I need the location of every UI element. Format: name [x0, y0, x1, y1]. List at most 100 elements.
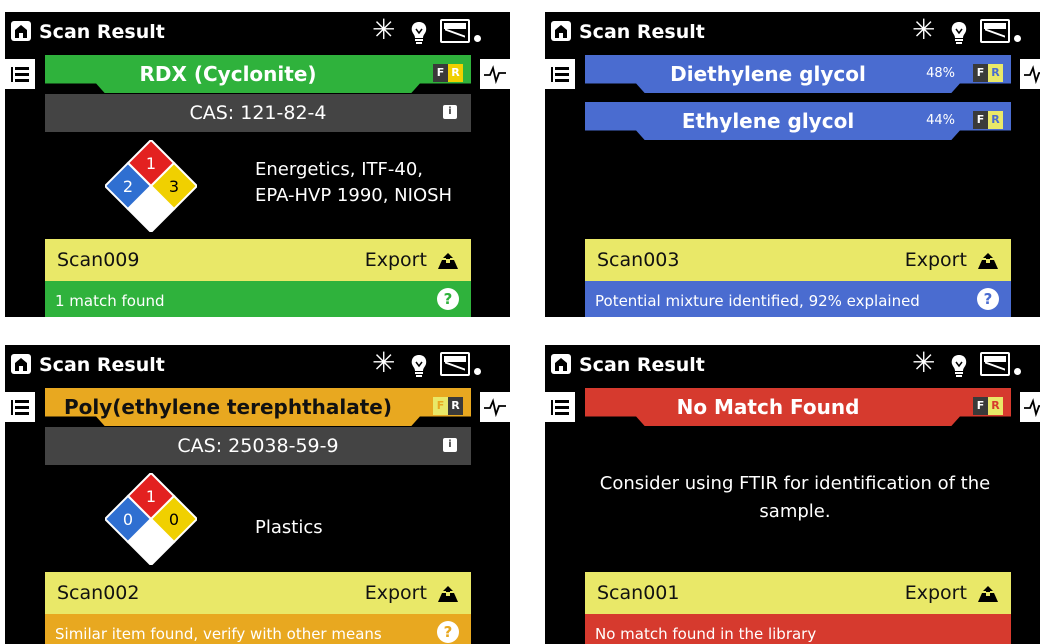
result-banner: No Match Found F R	[585, 388, 1011, 426]
cas-bar: CAS: 121-82-4 i	[45, 94, 471, 132]
spectrum-icon[interactable]	[1014, 392, 1040, 422]
status-icons: ✳	[912, 349, 1040, 378]
brightness-icon[interactable]: ✳	[912, 349, 935, 377]
brightness-icon[interactable]: ✳	[372, 349, 395, 377]
fr-f-label: F	[433, 397, 448, 415]
fr-r-label: R	[988, 64, 1003, 82]
brightness-icon[interactable]: ✳	[372, 16, 395, 44]
fr-r-label: R	[988, 397, 1003, 415]
home-icon[interactable]	[11, 354, 31, 374]
scan-id: Scan003	[597, 249, 680, 271]
screen-title: Scan Result	[39, 21, 165, 43]
spectrum-icon[interactable]	[474, 392, 510, 422]
suggestion-message: Consider using FTIR for identification o…	[599, 473, 991, 522]
top-bar: Scan Result ✳	[5, 345, 510, 385]
status-bar: Similar item found, verify with other me…	[45, 614, 471, 644]
export-button[interactable]: Export	[905, 572, 999, 614]
top-bar: Scan Result ✳	[545, 12, 1040, 52]
home-icon[interactable]	[11, 21, 31, 41]
cas-number: CAS: 25038-59-9	[177, 435, 339, 457]
list-icon[interactable]	[5, 392, 41, 422]
top-bar: Scan Result ✳	[5, 12, 510, 52]
scan-result-screen-rdx: Scan Result ✳ RDX (Cyclonite) F R CAS: 1…	[5, 12, 510, 317]
spectrum-icon[interactable]	[474, 59, 510, 89]
hazard-line: Plastics	[255, 517, 323, 538]
cas-bar: CAS: 25038-59-9 i	[45, 427, 471, 465]
fr-r-label: R	[448, 397, 463, 415]
screen-title: Scan Result	[579, 354, 705, 376]
export-label: Export	[904, 249, 967, 271]
home-icon[interactable]	[551, 354, 571, 374]
nfpa-health: 2	[123, 177, 133, 196]
export-icon	[978, 585, 998, 602]
nfpa-reactivity: 3	[169, 177, 179, 196]
nfpa-flammability: 1	[146, 487, 156, 506]
nfpa-flammability: 1	[146, 154, 156, 173]
bulb-icon[interactable]	[950, 21, 968, 49]
fr-badge: F R	[973, 111, 1003, 129]
export-icon	[438, 252, 458, 269]
bulb-icon[interactable]	[410, 21, 428, 49]
fr-r-label: R	[988, 111, 1003, 129]
hazard-line: Energetics, ITF-40,	[255, 159, 423, 180]
brightness-icon[interactable]: ✳	[912, 16, 935, 44]
nfpa-diamond: 1 2 3	[105, 140, 197, 232]
help-icon[interactable]: ?	[977, 288, 999, 310]
export-label: Export	[364, 582, 427, 604]
list-icon[interactable]	[545, 59, 581, 89]
status-icons: ✳	[912, 16, 1040, 45]
result-banner: RDX (Cyclonite) F R	[45, 55, 471, 93]
cas-number: CAS: 121-82-4	[189, 102, 327, 124]
battery-icon	[440, 352, 470, 377]
scan-bar: Scan003 Export	[585, 239, 1011, 281]
battery-icon	[980, 19, 1010, 44]
result-title: No Match Found	[676, 395, 860, 419]
export-button[interactable]: Export	[365, 572, 459, 614]
screen-title: Scan Result	[39, 354, 165, 376]
scan-id: Scan001	[597, 582, 680, 604]
export-icon	[978, 252, 998, 269]
status-text: Potential mixture identified, 92% explai…	[595, 292, 920, 310]
nfpa-diamond: 1 0 0	[105, 473, 197, 565]
export-label: Export	[364, 249, 427, 271]
fr-f-label: F	[976, 399, 985, 412]
bulb-icon[interactable]	[410, 354, 428, 382]
spectrum-icon[interactable]	[1014, 59, 1040, 89]
fr-f-label: F	[976, 113, 985, 126]
list-icon[interactable]	[5, 59, 41, 89]
info-icon[interactable]: i	[443, 105, 457, 119]
scan-id: Scan009	[57, 249, 140, 271]
status-text: 1 match found	[55, 292, 165, 310]
fr-badge: F R	[433, 397, 463, 415]
compound-name: Diethylene glycol	[670, 62, 866, 86]
top-bar: Scan Result ✳	[545, 345, 1040, 385]
indicator-dot	[1014, 368, 1021, 375]
fr-f-label: F	[976, 66, 985, 79]
help-icon[interactable]: ?	[437, 621, 459, 643]
status-text: No match found in the library	[595, 625, 817, 643]
result-banner: Poly(ethylene terephthalate) F R	[45, 388, 471, 426]
result-banner[interactable]: Ethylene glycol 44% F R	[585, 102, 1011, 140]
export-button[interactable]: Export	[905, 239, 999, 281]
export-button[interactable]: Export	[365, 239, 459, 281]
scan-result-screen-no-match: Scan Result ✳ No Match Found F R Conside…	[545, 345, 1040, 644]
status-bar: Potential mixture identified, 92% explai…	[585, 281, 1011, 317]
result-banner[interactable]: Diethylene glycol 48% F R	[585, 55, 1011, 93]
bulb-icon[interactable]	[950, 354, 968, 382]
status-bar: No match found in the library	[585, 614, 1011, 644]
indicator-dot	[474, 35, 481, 42]
list-icon[interactable]	[545, 392, 581, 422]
scan-bar: Scan002 Export	[45, 572, 471, 614]
home-icon[interactable]	[551, 21, 571, 41]
hazard-line: EPA-HVP 1990, NIOSH	[255, 185, 453, 206]
scan-result-screen-pet: Scan Result ✳ Poly(ethylene terephthalat…	[5, 345, 510, 644]
screen-title: Scan Result	[579, 21, 705, 43]
status-bar: 1 match found ?	[45, 281, 471, 317]
match-percent: 48%	[926, 66, 955, 81]
battery-icon	[440, 19, 470, 44]
fr-badge: F R	[973, 397, 1003, 415]
scan-id: Scan002	[57, 582, 140, 604]
help-icon[interactable]: ?	[437, 288, 459, 310]
hazard-categories: Plastics	[255, 515, 495, 541]
info-icon[interactable]: i	[443, 438, 457, 452]
